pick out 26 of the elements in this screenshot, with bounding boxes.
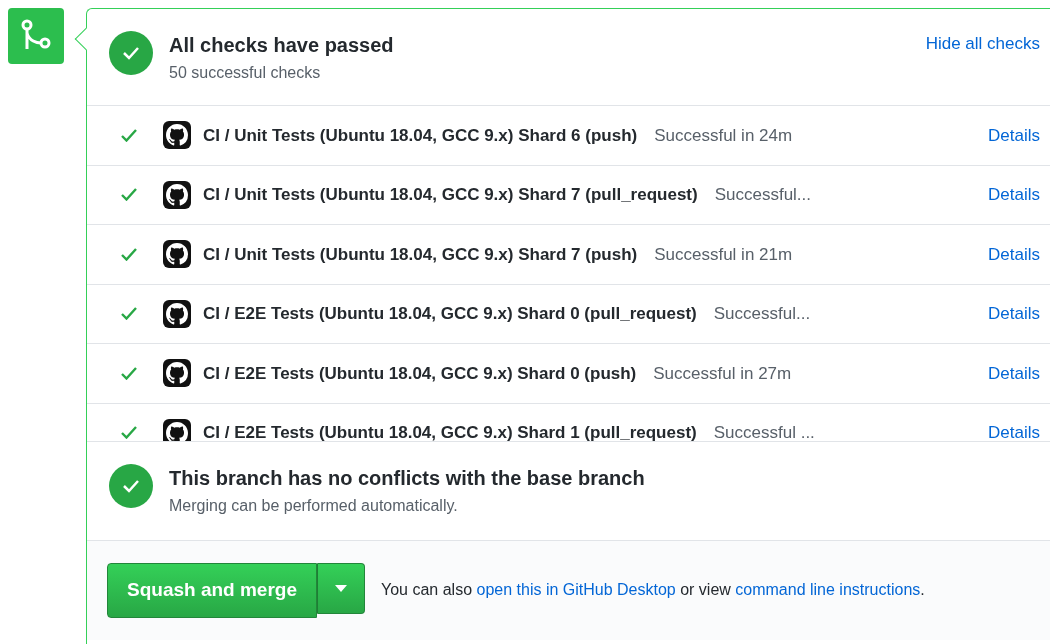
hide-checks-link[interactable]: Hide all checks [925, 34, 1040, 53]
details-link[interactable]: Details [988, 241, 1040, 267]
checks-title: All checks have passed [169, 33, 395, 58]
checks-count: 50 successful checks [169, 63, 322, 83]
details-link[interactable]: Details [988, 122, 1040, 148]
check-status: Successful... [714, 184, 812, 206]
check-name: CI / Unit Tests (Ubuntu 18.04, GCC 9.x) Shard 7 (push) [203, 243, 638, 266]
text-link[interactable]: command line instructions [735, 581, 921, 599]
details-link[interactable]: Details [988, 182, 1040, 208]
check-status: Successful... [713, 303, 811, 325]
check-name: CI / Unit Tests (Ubuntu 18.04, GCC 9.x) Shard 6 (push) [203, 124, 638, 147]
check-name: CI / E2E Tests (Ubuntu 18.04, GCC 9.x) Shard 1 (pull_request) [203, 422, 697, 441]
conflicts-title: This branch has no conflicts with the base branch [169, 466, 645, 491]
check-name: CI / E2E Tests (Ubuntu 18.04, GCC 9.x) Shard 0 (push) [203, 362, 637, 385]
check-name: CI / E2E Tests (Ubuntu 18.04, GCC 9.x) Shard 0 (pull_request) [203, 303, 697, 325]
conflicts-subtitle: Merging can be performed automatically. [169, 496, 459, 516]
check-name: CI / Unit Tests (Ubuntu 18.04, GCC 9.x) Shard 7 (pull_request) [203, 184, 698, 206]
check-status: Successful in 24m [654, 124, 793, 147]
merge-hint-text: You can also open this in GitHub Desktop or view command line instructions. [381, 580, 925, 601]
details-link[interactable]: Details [988, 301, 1040, 327]
details-link[interactable]: Details [988, 420, 1040, 441]
text-link[interactable]: open this in GitHub Desktop [476, 581, 676, 599]
check-status: Successful in 27m [653, 362, 792, 385]
check-status: Successful in 21m [654, 243, 793, 266]
details-link[interactable]: Details [988, 360, 1040, 386]
check-status: Successful ... [713, 422, 815, 441]
